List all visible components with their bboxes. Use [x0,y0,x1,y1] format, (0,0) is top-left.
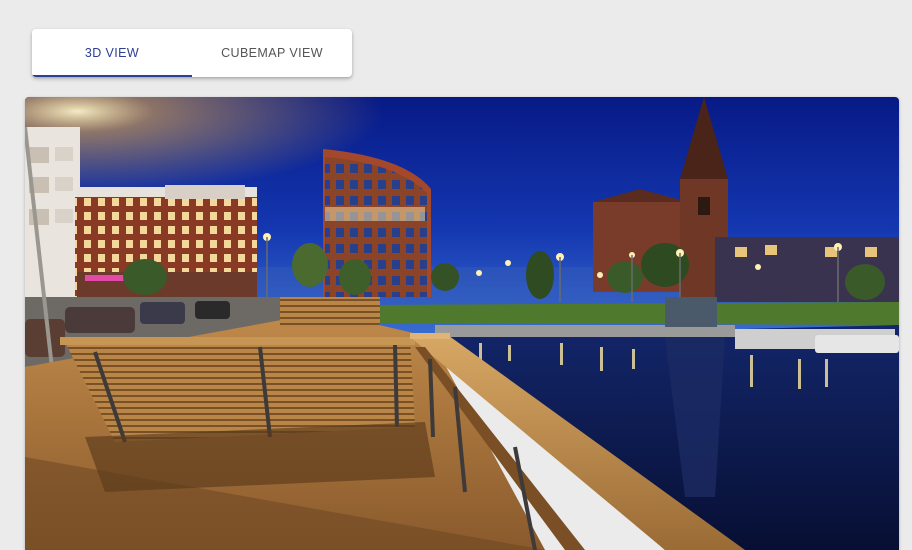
tab-cubemap-view[interactable]: CUBEMAP VIEW [192,29,352,77]
page: 3D VIEW CUBEMAP VIEW [0,0,912,550]
tab-3d-view[interactable]: 3D VIEW [32,29,192,77]
panorama-viewer[interactable] [25,97,899,550]
panorama-scene [25,97,899,550]
view-tabs: 3D VIEW CUBEMAP VIEW [32,29,352,77]
